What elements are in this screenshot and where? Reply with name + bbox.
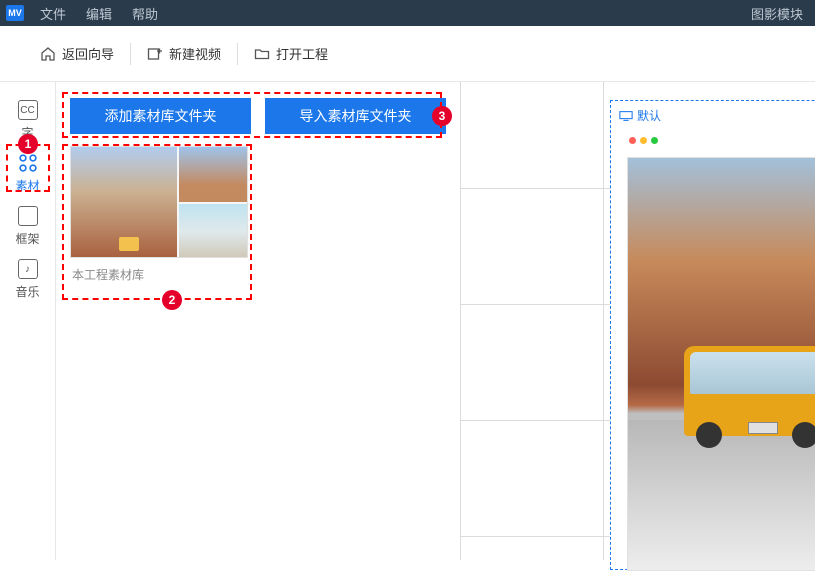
rail-music[interactable]: ♪ 音乐 <box>8 259 48 300</box>
toolbar-separator <box>130 43 131 65</box>
dot-close-icon <box>629 137 636 144</box>
preview-image <box>627 157 815 571</box>
callout-badge-3: 3 <box>432 106 452 126</box>
rail-label: 素材 <box>15 177 39 194</box>
open-project-button[interactable]: 打开工程 <box>244 38 338 69</box>
menu-edit[interactable]: 编辑 <box>76 4 122 23</box>
folder-title: 本工程素材库 <box>70 258 248 285</box>
rail-material[interactable]: 素材 <box>8 153 48 194</box>
material-folder[interactable]: 本工程素材库 <box>70 146 248 285</box>
menu-right-module[interactable]: 图影模块 <box>751 4 809 23</box>
grid-icon <box>18 153 38 173</box>
music-icon: ♪ <box>18 259 38 279</box>
callout-badge-1: 1 <box>18 134 38 154</box>
toolbar-label: 返回向导 <box>62 44 114 63</box>
rail-label: 框架 <box>15 230 39 247</box>
rail-frame[interactable]: 框架 <box>8 206 48 247</box>
license-plate-graphic <box>748 422 778 434</box>
app-logo: MV <box>6 5 24 21</box>
window-dots <box>629 137 658 144</box>
back-to-wizard-button[interactable]: 返回向导 <box>30 38 124 69</box>
main: CC 字 素材 框架 ♪ 音乐 1 添加素材库文件夹 导入素材库文件夹 <box>0 82 815 560</box>
menu-file[interactable]: 文件 <box>30 4 76 23</box>
toolbar-label: 打开工程 <box>276 44 328 63</box>
new-video-icon <box>147 46 163 62</box>
preview-device[interactable]: 默认 <box>610 100 815 570</box>
toolbar-label: 新建视频 <box>169 44 221 63</box>
toolbar-separator <box>237 43 238 65</box>
callout-badge-2: 2 <box>162 290 182 310</box>
toolbar: 返回向导 新建视频 打开工程 <box>0 26 815 82</box>
home-icon <box>40 46 56 62</box>
menu-help[interactable]: 帮助 <box>122 4 168 23</box>
new-video-button[interactable]: 新建视频 <box>137 38 231 69</box>
content: 添加素材库文件夹 导入素材库文件夹 本工程素材库 3 2 <box>56 82 815 560</box>
add-material-folder-button[interactable]: 添加素材库文件夹 <box>70 98 251 134</box>
open-folder-icon <box>254 46 270 62</box>
device-icon <box>619 110 633 122</box>
dot-max-icon <box>651 137 658 144</box>
folder-thumbnail <box>70 146 248 258</box>
cc-icon: CC <box>18 100 38 120</box>
import-material-folder-button[interactable]: 导入素材库文件夹 <box>265 98 446 134</box>
canvas[interactable]: 默认 <box>460 82 815 560</box>
menubar: MV 文件 编辑 帮助 图影模块 <box>0 0 815 26</box>
preview-title: 默认 <box>619 107 661 124</box>
preview-title-text: 默认 <box>637 107 661 124</box>
material-panel: 添加素材库文件夹 导入素材库文件夹 本工程素材库 3 2 <box>56 82 460 560</box>
side-rail: CC 字 素材 框架 ♪ 音乐 1 <box>0 82 56 560</box>
dot-min-icon <box>640 137 647 144</box>
rail-label: 音乐 <box>15 283 39 300</box>
frame-icon <box>18 206 38 226</box>
button-row: 添加素材库文件夹 导入素材库文件夹 <box>66 92 450 146</box>
folder-row: 本工程素材库 <box>66 146 450 285</box>
